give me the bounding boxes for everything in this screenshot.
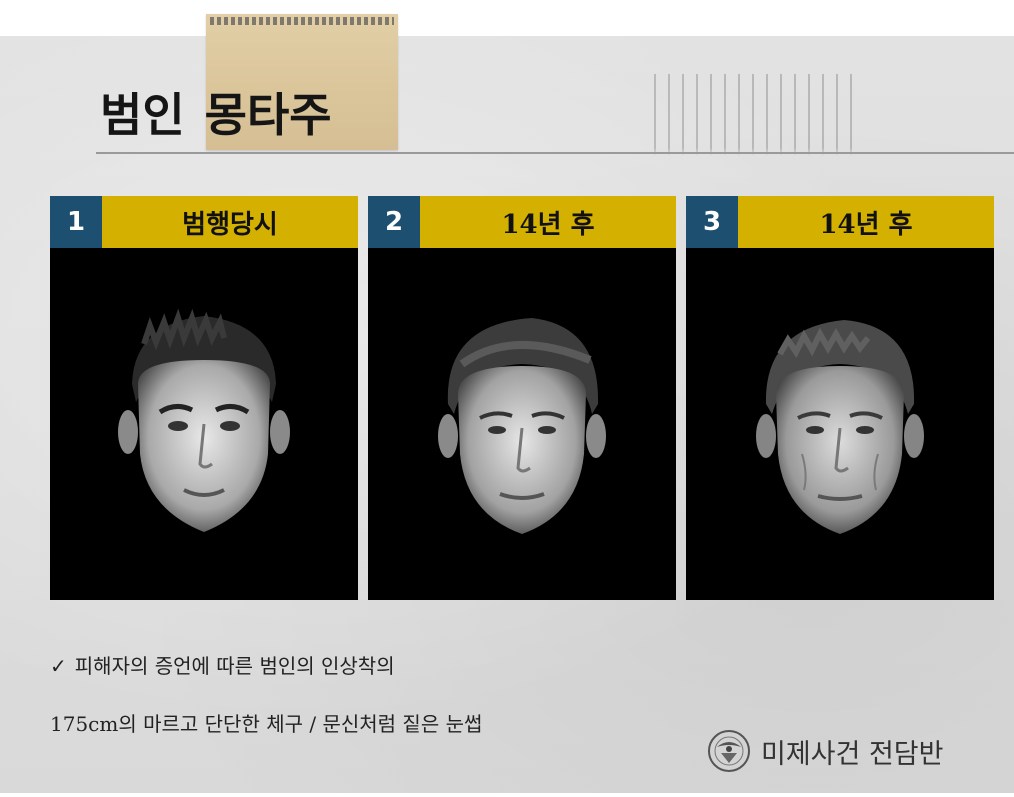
card-header: 3 14년 후: [686, 196, 994, 248]
card-header: 1 범행당시: [50, 196, 358, 248]
card-number: 3: [686, 196, 738, 248]
card-header: 2 14년 후: [368, 196, 676, 248]
face-sketch-older-1: [438, 318, 606, 534]
face-sketch-older-2: [756, 320, 924, 534]
card-title: 범행당시: [102, 196, 358, 248]
card-number: 2: [368, 196, 420, 248]
montage-face-1: [50, 248, 358, 600]
note-text-2: 175cm의 마르고 단단한 체구 / 문신처럼 짙은 눈썹: [50, 712, 483, 736]
police-emblem-icon: [708, 730, 750, 772]
brand-name: 미제사건 전담반: [761, 738, 944, 770]
brand: 미제사건 전담반: [707, 728, 943, 774]
header-divider: [96, 152, 1014, 154]
title-part-1: 범인: [100, 88, 185, 142]
title-part-2: 몽타주: [204, 88, 332, 142]
note-line-2: 175cm의 마르고 단단한 체구 / 문신처럼 짙은 눈썹: [50, 708, 482, 737]
decorative-text-texture: [648, 74, 858, 156]
note-text-1: 피해자의 증언에 따른 범인의 인상착의: [74, 654, 395, 678]
montage-card-2: 2 14년 후: [368, 196, 676, 600]
card-number: 1: [50, 196, 102, 248]
montage-card-1: 1 범행당시: [50, 196, 358, 600]
card-title: 14년 후: [738, 196, 994, 248]
check-icon: ✓: [50, 654, 67, 678]
page-title: 범인 몽타주: [100, 72, 332, 152]
montage-face-3: [686, 248, 994, 600]
note-line-1: ✓ 피해자의 증언에 따른 범인의 인상착의: [50, 650, 395, 679]
montage-face-2: [368, 248, 676, 600]
card-title: 14년 후: [420, 196, 676, 248]
face-sketch-young: [118, 308, 290, 532]
montage-card-3: 3 14년 후: [686, 196, 994, 600]
